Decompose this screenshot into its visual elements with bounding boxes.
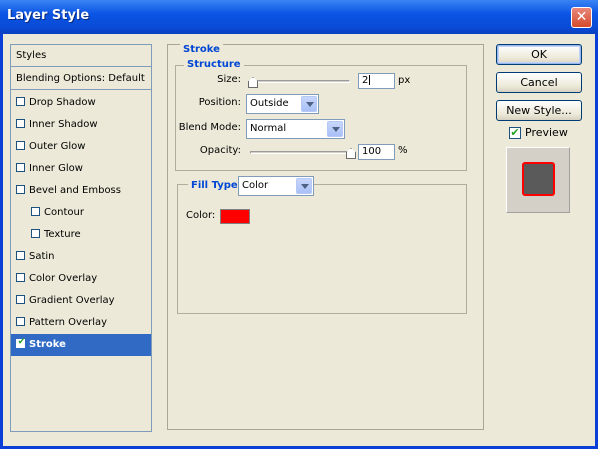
sidebar-item-label: Inner Shadow xyxy=(29,119,98,130)
blending-options-item[interactable]: Blending Options: Default xyxy=(11,68,151,90)
checkmark-icon: ✔ xyxy=(17,336,26,347)
styles-header[interactable]: Styles xyxy=(11,45,151,67)
sidebar-item-bevel-emboss[interactable]: Bevel and Emboss xyxy=(11,180,151,202)
sidebar-item-label: Color Overlay xyxy=(29,273,98,284)
chevron-down-icon xyxy=(296,178,312,194)
position-value: Outside xyxy=(250,98,289,109)
sidebar-item-label: Inner Glow xyxy=(29,163,83,174)
window-title: Layer Style xyxy=(7,8,90,23)
styles-sidebar: Styles Blending Options: Default Drop Sh… xyxy=(10,44,152,432)
pattern-overlay-checkbox[interactable] xyxy=(16,316,25,326)
style-preview xyxy=(506,147,570,213)
chevron-down-icon xyxy=(327,121,343,137)
outer-glow-checkbox[interactable] xyxy=(16,140,25,150)
opacity-unit: % xyxy=(398,145,408,156)
stroke-checkbox[interactable]: ✔ xyxy=(16,336,26,348)
opacity-input[interactable]: 100 xyxy=(358,144,395,160)
chevron-down-icon xyxy=(301,96,317,112)
sidebar-item-drop-shadow[interactable]: Drop Shadow xyxy=(11,92,151,114)
preview-thumbnail xyxy=(522,162,555,196)
title-bar[interactable]: Layer Style ✕ xyxy=(0,0,598,34)
opacity-slider[interactable] xyxy=(250,151,350,154)
sidebar-item-label: Outer Glow xyxy=(29,141,86,152)
size-slider-handle[interactable] xyxy=(248,77,258,88)
close-icon: ✕ xyxy=(575,9,588,25)
bevel-emboss-checkbox[interactable] xyxy=(16,184,25,194)
blend-mode-value: Normal xyxy=(250,123,287,134)
sidebar-item-color-overlay[interactable]: Color Overlay xyxy=(11,268,151,290)
fill-type-value: Color xyxy=(242,180,269,191)
structure-group: Structure Size: 2 px Position: Outside B… xyxy=(175,59,467,171)
opacity-value: 100 xyxy=(362,146,382,157)
sidebar-item-label: Contour xyxy=(44,207,84,218)
dialog-body: Styles Blending Options: Default Drop Sh… xyxy=(3,34,595,446)
cancel-button[interactable]: Cancel xyxy=(496,72,582,93)
sidebar-item-inner-glow[interactable]: Inner Glow xyxy=(11,158,151,180)
sidebar-item-pattern-overlay[interactable]: Pattern Overlay xyxy=(11,312,151,334)
gradient-overlay-checkbox[interactable] xyxy=(16,294,25,304)
inner-glow-checkbox[interactable] xyxy=(16,162,25,172)
blend-mode-select[interactable]: Normal xyxy=(246,119,345,139)
sidebar-item-label: Texture xyxy=(44,229,81,240)
contour-checkbox[interactable] xyxy=(31,206,40,216)
blend-mode-label: Blend Mode: xyxy=(178,122,241,133)
position-select[interactable]: Outside xyxy=(246,94,319,114)
opacity-slider-handle[interactable] xyxy=(346,148,356,159)
size-unit: px xyxy=(398,75,411,86)
sidebar-item-label: Satin xyxy=(29,251,55,262)
preview-label: Preview xyxy=(525,126,568,139)
close-button[interactable]: ✕ xyxy=(571,7,592,28)
layer-style-dialog: Layer Style ✕ Styles Blending Options: D… xyxy=(0,0,598,449)
sidebar-item-outer-glow[interactable]: Outer Glow xyxy=(11,136,151,158)
ok-button[interactable]: OK xyxy=(496,44,582,65)
color-label: Color: xyxy=(186,210,216,221)
inner-shadow-checkbox[interactable] xyxy=(16,118,25,128)
preview-toggle[interactable]: ✔ Preview xyxy=(509,126,568,140)
checkmark-icon: ✔ xyxy=(510,126,520,139)
fill-type-group: Fill Type: Color Color: xyxy=(177,176,467,314)
new-style-button[interactable]: New Style... xyxy=(496,100,582,121)
sidebar-item-label: Bevel and Emboss xyxy=(29,185,121,196)
sidebar-item-gradient-overlay[interactable]: Gradient Overlay xyxy=(11,290,151,312)
texture-checkbox[interactable] xyxy=(31,228,40,238)
sidebar-item-label: Drop Shadow xyxy=(29,97,96,108)
sidebar-item-label: Stroke xyxy=(29,339,66,350)
color-swatch[interactable] xyxy=(220,209,250,224)
sidebar-item-satin[interactable]: Satin xyxy=(11,246,151,268)
size-input[interactable]: 2 xyxy=(358,73,395,89)
stroke-panel: Stroke Structure Size: 2 px Position: Ou… xyxy=(167,44,484,430)
size-value: 2 xyxy=(362,75,369,86)
sidebar-item-label: Gradient Overlay xyxy=(29,295,115,306)
drop-shadow-checkbox[interactable] xyxy=(16,96,25,106)
position-label: Position: xyxy=(198,97,241,108)
sidebar-item-texture[interactable]: Texture xyxy=(11,224,151,246)
structure-title: Structure xyxy=(184,59,244,70)
size-label: Size: xyxy=(217,74,241,85)
sidebar-item-label: Pattern Overlay xyxy=(29,317,108,328)
fill-type-select[interactable]: Color xyxy=(238,176,314,196)
sidebar-item-inner-shadow[interactable]: Inner Shadow xyxy=(11,114,151,136)
stroke-section-title: Stroke xyxy=(180,44,223,55)
opacity-label: Opacity: xyxy=(199,145,241,156)
sidebar-item-stroke[interactable]: ✔ Stroke xyxy=(11,334,151,356)
preview-checkbox[interactable]: ✔ xyxy=(509,127,521,139)
color-overlay-checkbox[interactable] xyxy=(16,272,25,282)
sidebar-item-contour[interactable]: Contour xyxy=(11,202,151,224)
satin-checkbox[interactable] xyxy=(16,250,25,260)
fill-type-label: Fill Type: xyxy=(188,180,245,191)
size-slider[interactable] xyxy=(250,80,350,83)
